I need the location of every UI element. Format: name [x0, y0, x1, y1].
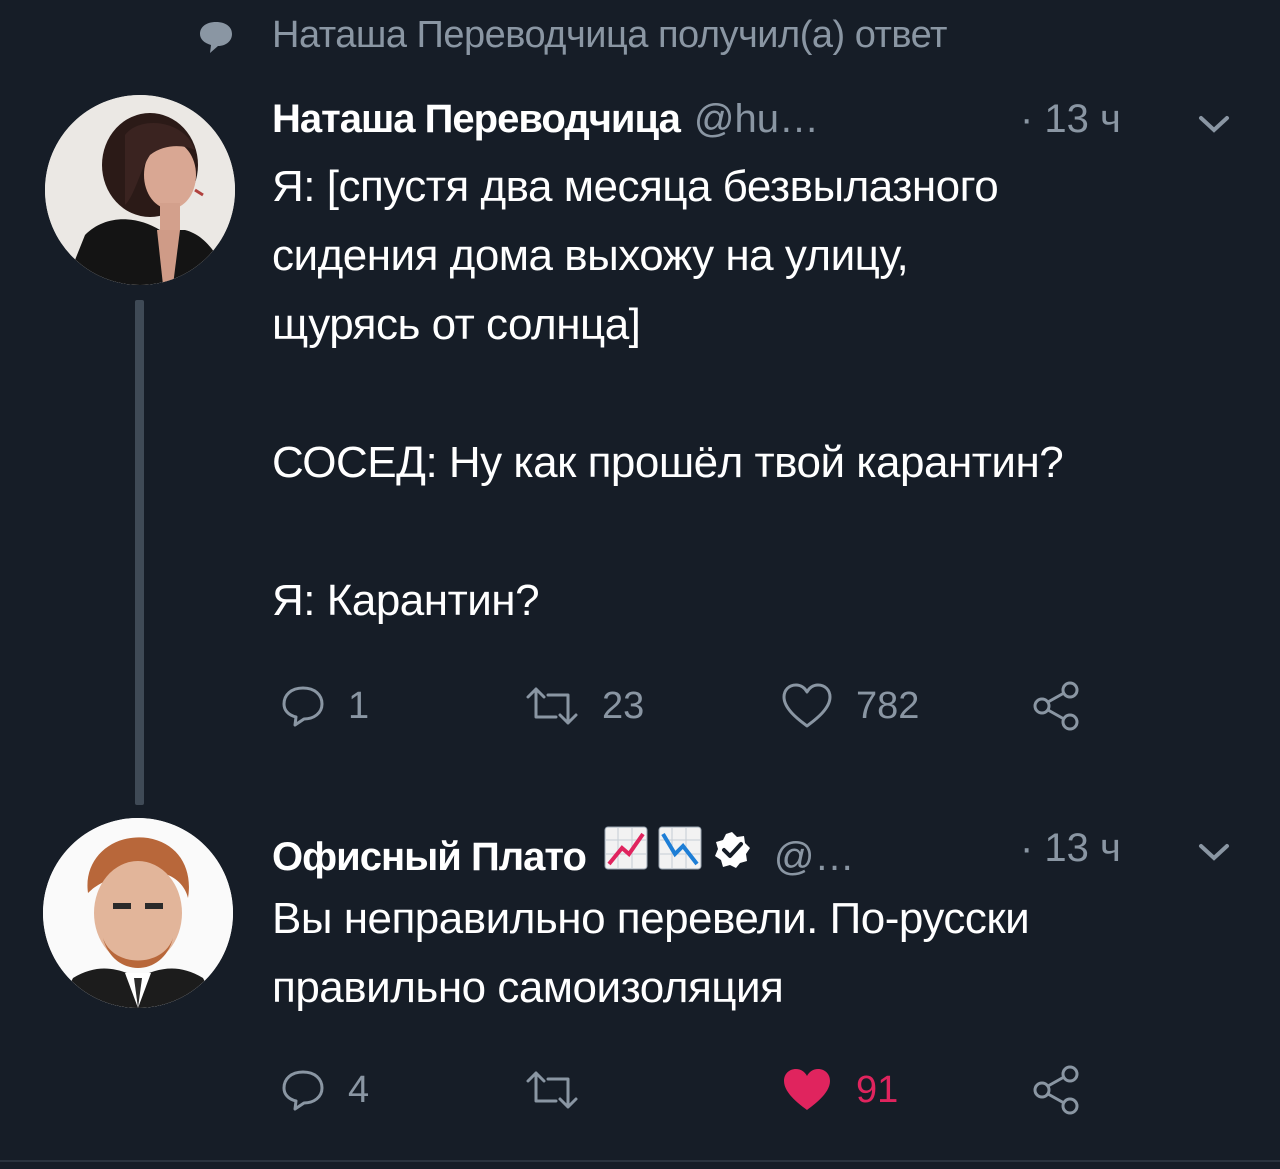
- reply-button[interactable]: 4: [280, 1060, 369, 1120]
- tweet-text-line: Я: [спустя два месяца безвылазного: [272, 162, 999, 211]
- retweet-button[interactable]: [524, 1060, 602, 1120]
- reply-count: 1: [348, 684, 370, 727]
- tweet-text-line: [272, 359, 1252, 428]
- chart-increasing-icon: [604, 826, 648, 870]
- retweet-icon: [526, 687, 578, 725]
- speech-bubble-icon: [200, 21, 232, 53]
- tweet-text-line: правильно самоизоляция: [272, 963, 784, 1012]
- reply-button[interactable]: 1: [280, 676, 369, 736]
- retweet-icon: [526, 1071, 578, 1109]
- verified-badge-icon: [714, 832, 750, 868]
- tweet-text-line: СОСЕД: Ну как прошёл твой карантин?: [272, 438, 1064, 487]
- reply-context-text: Наташа Переводчица получил(а) ответ: [272, 14, 947, 56]
- avatar-portrait-icon: [43, 818, 233, 1008]
- display-name[interactable]: Наташа Переводчица: [272, 97, 681, 142]
- tweet-text-line: сидения дома выхожу на улицу,: [272, 231, 909, 280]
- tweet-text-line: [272, 497, 1252, 566]
- tweet-text: Я: [спустя два месяца безвылазного сиден…: [272, 152, 1252, 635]
- timestamp[interactable]: · 13 ч: [1020, 826, 1121, 871]
- like-button[interactable]: 782: [780, 676, 919, 736]
- reply-icon: [282, 686, 324, 727]
- like-count: 91: [856, 1068, 899, 1111]
- tweet-text: Вы неправильно перевели. По-русски прави…: [272, 884, 1252, 1022]
- display-name[interactable]: Офисный Плато: [272, 835, 587, 880]
- username[interactable]: @hu…: [694, 97, 819, 142]
- share-button[interactable]: [1030, 1060, 1084, 1120]
- share-icon: [1033, 681, 1079, 731]
- reply-icon: [282, 1070, 324, 1111]
- tweet-text-line: Я: Карантин?: [272, 576, 540, 625]
- retweet-count: 23: [602, 684, 645, 727]
- timestamp[interactable]: · 13 ч: [1020, 97, 1121, 142]
- tweet-text-line: Вы неправильно перевели. По-русски: [272, 894, 1030, 943]
- like-count: 782: [856, 684, 920, 727]
- like-button[interactable]: 91: [780, 1060, 898, 1120]
- tweet-actions: 4 91: [272, 1060, 1172, 1120]
- tweet-text-line: щурясь от солнца]: [272, 300, 641, 349]
- avatar-portrait-icon: [45, 95, 235, 285]
- tweet-header: Наташа Переводчица @hu…: [272, 97, 819, 142]
- share-icon: [1033, 1065, 1079, 1115]
- heart-filled-icon: [784, 1069, 830, 1110]
- tweet-actions: 1 23 782: [272, 676, 1172, 736]
- divider: [0, 1160, 1280, 1162]
- share-button[interactable]: [1030, 676, 1084, 736]
- thread-connector: [135, 300, 144, 805]
- reply-count: 4: [348, 1068, 370, 1111]
- heart-icon: [782, 683, 832, 728]
- chevron-down-icon[interactable]: [1196, 112, 1232, 136]
- avatar[interactable]: [43, 818, 233, 1008]
- username[interactable]: @…: [774, 835, 855, 880]
- retweet-button[interactable]: 23: [524, 676, 644, 736]
- avatar[interactable]: [45, 95, 235, 285]
- chart-decreasing-icon: [658, 826, 702, 870]
- chevron-down-icon[interactable]: [1196, 840, 1232, 864]
- tweet-header: Офисный Плато @…: [272, 826, 854, 880]
- reply-context: Наташа Переводчица получил(а) ответ: [196, 14, 947, 57]
